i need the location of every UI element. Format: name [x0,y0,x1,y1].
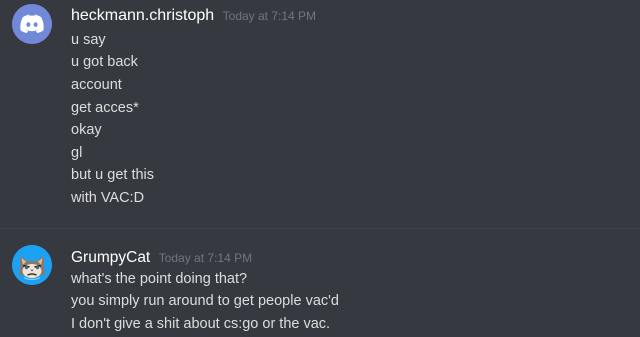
message-line: with VAC:D [71,190,145,206]
message-line: okay [71,122,102,138]
message-line: you simply run around to get people vac'… [71,293,339,309]
message-line: u got back [71,54,138,70]
message-line: but u get this [71,167,155,183]
username[interactable]: heckmann.christoph [71,7,214,24]
message-line: account [71,77,122,93]
message-header: GrumpyCat Today at 7:14 PM [71,249,252,267]
message-group: heckmann.christoph Today at 7:14 PM u sa… [0,0,640,230]
timestamp: Today at 7:14 PM [158,251,253,265]
message-line: what's the point doing that? [71,271,248,287]
timestamp: Today at 7:14 PM [222,9,317,23]
message-line: gl [71,145,83,161]
avatar[interactable] [12,4,52,44]
avatar[interactable] [12,245,52,285]
message-group: GrumpyCat Today at 7:14 PM what's the po… [0,230,640,337]
message-header: heckmann.christoph Today at 7:14 PM [71,7,316,25]
message-line: get acces* [71,100,139,116]
grumpy-cat-icon [12,245,52,285]
username[interactable]: GrumpyCat [71,249,150,266]
message-line: u say [71,32,106,48]
chat-messages: heckmann.christoph Today at 7:14 PM u sa… [0,0,640,337]
message-divider [0,228,640,229]
message-line: I don't give a shit about cs:go or the v… [71,316,331,332]
discord-logo-icon [12,4,52,44]
